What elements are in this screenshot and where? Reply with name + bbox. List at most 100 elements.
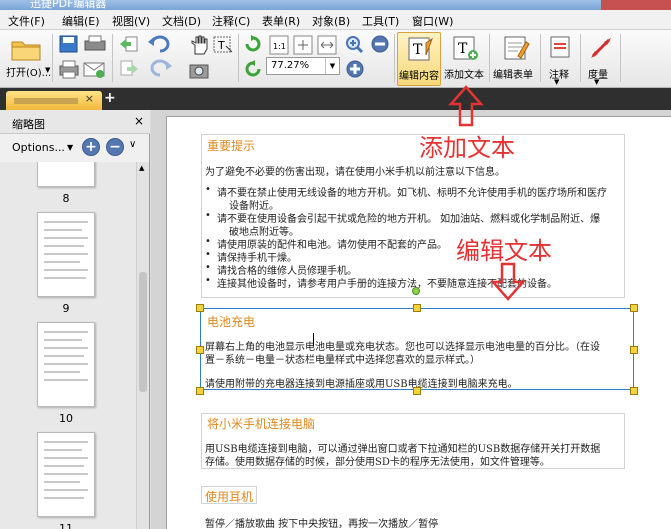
paragraph: 暂停／播放歌曲 按下中央按钮，再按一次播放／暂停 — [205, 519, 439, 529]
document-view: 重要提示 为了避免不必要的伤害出现，请在使用小米手机以前注意以下信息。 • 请不… — [151, 110, 671, 529]
menu-window[interactable]: 窗口(W) — [412, 13, 453, 29]
window-title: 迅捷PDF编辑器 — [30, 0, 107, 10]
edit-form-icon — [504, 36, 530, 60]
panel-header: 缩略图 × — [0, 110, 150, 134]
section-heading: 使用耳机 — [205, 490, 254, 504]
page-number: 11 — [59, 522, 73, 529]
page-number: 10 — [59, 412, 73, 425]
panel-close-button[interactable]: × — [134, 114, 144, 128]
resize-handle[interactable] — [630, 304, 638, 312]
forward-page-icon[interactable] — [118, 58, 140, 80]
zoom-in-thumbnails-button[interactable]: + — [82, 138, 100, 156]
email-icon[interactable] — [82, 58, 106, 80]
scroll-up-icon[interactable]: ▲ — [139, 164, 144, 172]
resize-handle[interactable] — [196, 387, 204, 395]
paragraph: 为了避免不必要的伤害出现，请在使用小米手机以前注意以下信息。 — [205, 167, 505, 178]
new-tab-button[interactable]: + — [104, 90, 116, 106]
edit-content-button[interactable]: T 编辑内容 — [397, 32, 441, 86]
menu-form[interactable]: 表单(R) — [262, 13, 300, 29]
paragraph: 存储。使用数据存储的时候，部分使用SD卡的程序无法使用，如文件管理等。 — [205, 457, 550, 468]
folder-icon — [11, 41, 41, 61]
resize-handle[interactable] — [413, 387, 421, 395]
edit-text-annotation: 编辑文本 — [456, 237, 552, 265]
document-tab[interactable]: × — [6, 91, 102, 110]
section-heading: 电池充电 — [207, 315, 256, 329]
open-button[interactable] — [8, 34, 44, 65]
paragraph: 置－系统－电量－状态栏电量样式中选择您喜欢的显示样式。） — [205, 355, 480, 366]
title-bar: 迅捷PDF编辑器 — [0, 0, 671, 10]
edit-content-icon: T — [408, 37, 434, 61]
chevron-down-icon[interactable]: ▼ — [67, 143, 73, 152]
options-dropdown[interactable]: Options... — [12, 141, 65, 154]
rotate-handle[interactable] — [412, 287, 420, 295]
zoom-in-icon[interactable] — [344, 34, 366, 54]
fit-width-icon[interactable] — [316, 34, 338, 56]
zoom-value: 77.27% — [271, 60, 310, 71]
save-icon[interactable] — [58, 34, 80, 54]
thumbnail-page[interactable] — [37, 212, 95, 297]
thumbnail-scrollbar[interactable]: ▲ — [136, 162, 149, 529]
thumbnail-list: 8 9 10 11 — [0, 162, 136, 529]
resize-handle[interactable] — [630, 346, 638, 354]
section-heading: 将小米手机连接电脑 — [207, 417, 316, 431]
chevron-down-icon: ▼ — [594, 78, 600, 86]
printer-icon[interactable] — [82, 34, 108, 54]
resize-handle[interactable] — [630, 387, 638, 395]
zoom-out-icon[interactable] — [368, 34, 392, 54]
zoom-out-thumbnails-button[interactable]: − — [106, 138, 124, 156]
rotate-ccw-icon[interactable] — [243, 58, 263, 80]
svg-text:T: T — [217, 39, 225, 52]
ruler-icon — [591, 38, 611, 58]
add-text-label: 添加文本 — [444, 70, 484, 81]
chevron-down-icon: ▼ — [325, 58, 339, 74]
menu-document[interactable]: 文档(D) — [162, 13, 201, 29]
tab-close-button[interactable]: × — [85, 92, 94, 105]
menu-edit[interactable]: 编辑(E) — [62, 13, 100, 29]
thumbnail-page[interactable] — [37, 322, 95, 407]
print-icon[interactable] — [58, 58, 80, 80]
annotate-button[interactable]: 注释 ▼ — [544, 32, 576, 86]
hand-tool-icon[interactable] — [188, 34, 210, 56]
add-text-button[interactable]: T 添加文本 — [443, 32, 487, 86]
up-arrow-annotation — [448, 85, 484, 127]
resize-handle[interactable] — [196, 304, 204, 312]
thumbnail-panel: 缩略图 × Options... ▼ + − ∨ 8 9 10 11 ▲ — [0, 110, 150, 529]
scrollbar-thumb[interactable] — [139, 272, 147, 392]
select-text-icon[interactable]: T — [212, 34, 234, 56]
section-heading: 重要提示 — [207, 139, 256, 153]
edit-content-label: 编辑内容 — [399, 71, 439, 82]
edit-form-button[interactable]: 编辑表单 — [492, 32, 538, 86]
resize-handle[interactable] — [413, 304, 421, 312]
svg-text:T: T — [413, 42, 423, 58]
close-window-button[interactable] — [601, 0, 671, 10]
fit-page-icon[interactable] — [292, 34, 314, 56]
down-arrow-annotation — [490, 262, 526, 301]
actual-size-icon[interactable]: 1:1 — [268, 34, 290, 56]
measure-button[interactable]: 度量 ▼ — [584, 32, 616, 86]
paragraph: 请使用附带的充电器连接到电源插座或用USB电缆连接到电脑来充电。 — [205, 379, 518, 390]
snapshot-icon[interactable] — [188, 60, 210, 80]
menu-view[interactable]: 视图(V) — [112, 13, 150, 29]
text-cursor — [313, 333, 314, 346]
page-number: 9 — [62, 302, 70, 315]
menu-comment[interactable]: 注释(C) — [212, 13, 250, 29]
undo-icon[interactable] — [146, 34, 176, 54]
svg-text:1:1: 1:1 — [273, 42, 286, 51]
svg-text:T: T — [458, 41, 468, 57]
rotate-icon[interactable] — [243, 34, 263, 54]
menu-object[interactable]: 对象(B) — [312, 13, 350, 29]
resize-handle[interactable] — [196, 346, 204, 354]
chevron-down-icon[interactable]: ∨ — [129, 139, 136, 150]
pdf-page: 重要提示 为了避免不必要的伤害出现，请在使用小米手机以前注意以下信息。 • 请不… — [166, 116, 671, 529]
open-dropdown-icon[interactable]: ▼ — [45, 66, 50, 74]
thumbnail-page[interactable] — [37, 432, 95, 517]
zoom-select[interactable]: 77.27% ▼ — [266, 57, 340, 75]
comment-icon — [550, 36, 570, 58]
zoom-plus-icon[interactable] — [344, 58, 366, 80]
menu-tools[interactable]: 工具(T) — [362, 13, 399, 29]
menu-file[interactable]: 文件(F) — [8, 13, 45, 29]
menu-bar: 文件(F) 编辑(E) 视图(V) 文档(D) 注释(C) 表单(R) 对象(B… — [0, 10, 671, 30]
back-page-icon[interactable] — [118, 34, 140, 54]
redo-icon[interactable] — [146, 58, 176, 80]
thumbnail-page[interactable] — [37, 162, 95, 187]
